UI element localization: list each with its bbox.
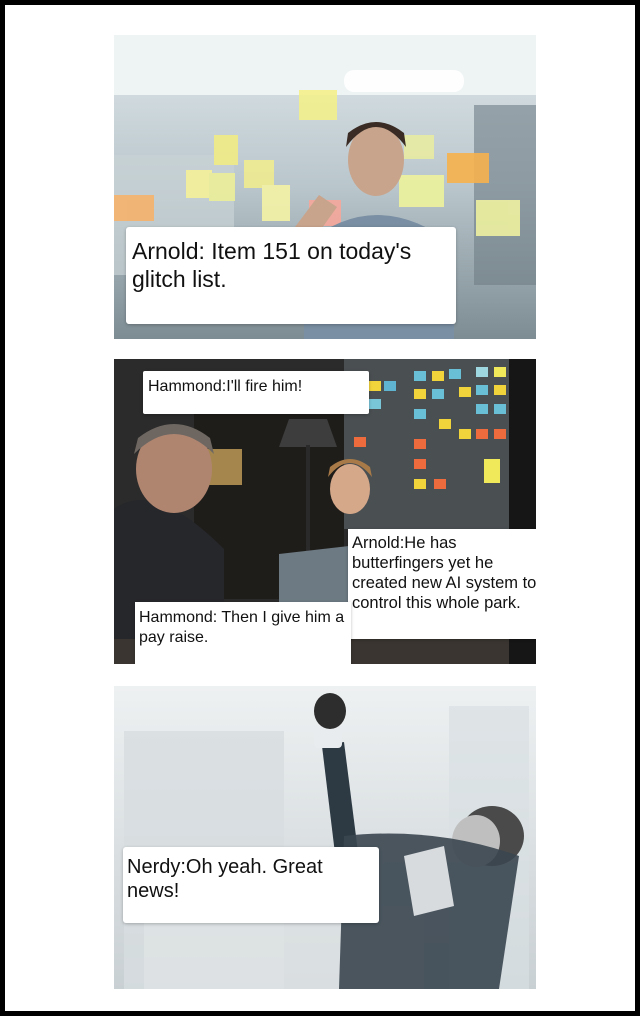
caption-nerdy-great-news: Nerdy:Oh yeah. Great news! [123,847,379,923]
comic-panel-3: Nerdy:Oh yeah. Great news! [114,686,536,989]
comic-panel-1: Arnold: Item 151 on today's glitch list. [114,35,536,339]
caption-arnold-butterfingers: Arnold:He has butterfingers yet he creat… [348,529,536,639]
caption-arnold-glitch: Arnold: Item 151 on today's glitch list. [126,227,456,324]
caption-hammond-raise: Hammond: Then I give him a pay raise. [135,602,351,664]
comic-panel-2: Hammond:I'll fire him! Arnold:He has but… [114,359,536,664]
caption-hammond-fire: Hammond:I'll fire him! [143,371,369,414]
page-frame: Arnold: Item 151 on today's glitch list. [0,0,640,1016]
celebrating-businessman-photo [114,686,536,989]
